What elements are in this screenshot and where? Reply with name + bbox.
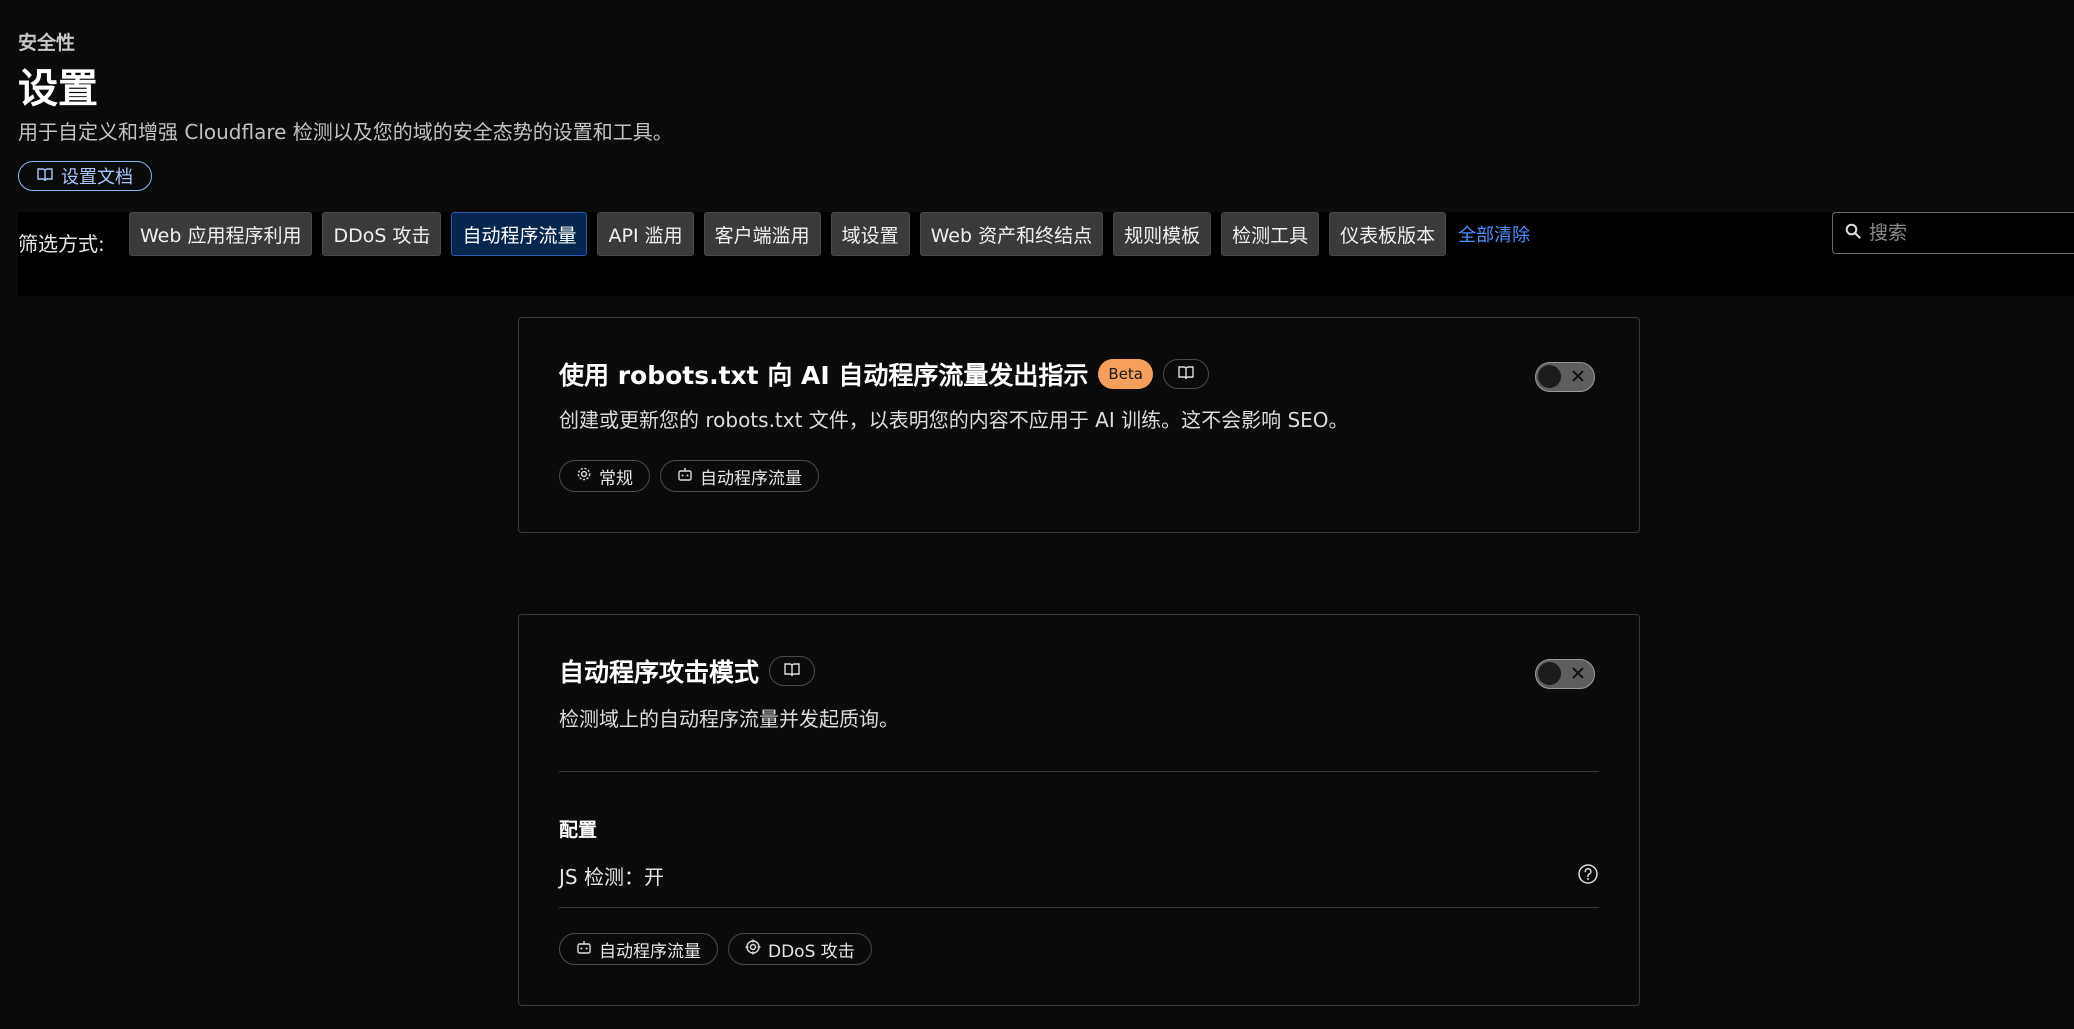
card-description: 检测域上的自动程序流量并发起质询。 [559, 707, 899, 731]
card-description: 创建或更新您的 robots.txt 文件，以表明您的内容不应用于 AI 训练。… [559, 408, 1349, 432]
close-icon [1571, 665, 1585, 684]
divider [559, 771, 1599, 772]
card-title: 使用 robots.txt 向 AI 自动程序流量发出指示 [559, 361, 1089, 390]
docs-link-button[interactable] [769, 656, 816, 686]
card-title-row: 自动程序攻击模式 [559, 653, 816, 689]
robot-icon [576, 939, 592, 960]
card-title: 自动程序攻击模式 [559, 658, 760, 687]
js-detection-status: JS 检测：开 [559, 865, 664, 889]
robots-txt-card: 使用 robots.txt 向 AI 自动程序流量发出指示 Beta 创建或更新… [518, 317, 1640, 533]
filter-chip-client-abuse[interactable]: 客户端滥用 [703, 212, 821, 256]
tag-ddos[interactable]: DDoS 攻击 [728, 933, 872, 965]
breadcrumb[interactable]: 安全性 [18, 28, 75, 55]
filter-chip-web-app-exploits[interactable]: Web 应用程序利用 [129, 212, 313, 256]
card-tags: 常规 自动程序流量 [559, 460, 819, 492]
filter-chip-dashboard-version[interactable]: 仪表板版本 [1329, 212, 1447, 256]
book-icon [1178, 365, 1194, 384]
filter-chips: Web 应用程序利用 DDoS 攻击 自动程序流量 API 滥用 客户端滥用 域… [129, 212, 1530, 256]
bot-fight-mode-card: 自动程序攻击模式 检测域上的自动程序流量并发起质询。 配置 JS 检测：开 自动… [518, 614, 1640, 1006]
robots-txt-toggle[interactable] [1535, 362, 1595, 392]
help-icon[interactable] [1577, 863, 1599, 889]
filter-bar: 筛选方式: Web 应用程序利用 DDoS 攻击 自动程序流量 API 滥用 客… [18, 212, 2074, 296]
card-tags: 自动程序流量 DDoS 攻击 [559, 933, 872, 965]
tag-label: DDoS 攻击 [768, 941, 855, 962]
filter-chip-rule-templates[interactable]: 规则模板 [1113, 212, 1212, 256]
clear-all-link[interactable]: 全部清除 [1458, 221, 1530, 247]
filter-chip-api-abuse[interactable]: API 滥用 [597, 212, 694, 256]
settings-docs-button[interactable]: 设置文档 [18, 161, 152, 191]
card-title-row: 使用 robots.txt 向 AI 自动程序流量发出指示 Beta [559, 356, 1209, 392]
divider [559, 907, 1599, 908]
close-icon [1571, 368, 1585, 387]
config-title: 配置 [559, 819, 598, 841]
robot-icon [677, 466, 693, 487]
target-icon [745, 939, 761, 960]
tag-label: 自动程序流量 [599, 941, 701, 962]
config-row: JS 检测：开 [559, 861, 1599, 890]
filter-chip-domain-settings[interactable]: 域设置 [830, 212, 910, 256]
book-icon [37, 166, 53, 187]
tag-label: 常规 [599, 468, 633, 489]
search-box[interactable] [1832, 212, 2074, 254]
page-title: 设置 [18, 66, 98, 112]
bot-fight-mode-toggle[interactable] [1535, 659, 1595, 689]
toggle-knob [1538, 365, 1561, 388]
toggle-knob [1538, 662, 1561, 685]
tag-bot-traffic[interactable]: 自动程序流量 [559, 933, 718, 965]
tag-general[interactable]: 常规 [559, 460, 650, 492]
search-icon [1845, 223, 1861, 243]
beta-badge: Beta [1098, 359, 1153, 389]
tag-label: 自动程序流量 [700, 468, 802, 489]
docs-button-label: 设置文档 [61, 167, 133, 188]
search-input[interactable] [1867, 221, 2061, 245]
book-icon [784, 662, 800, 681]
page-description: 用于自定义和增强 Cloudflare 检测以及您的域的安全态势的设置和工具。 [18, 120, 673, 144]
docs-link-button[interactable] [1163, 359, 1209, 389]
filter-chip-bot-traffic[interactable]: 自动程序流量 [451, 212, 588, 256]
filter-chip-web-assets[interactable]: Web 资产和终结点 [919, 212, 1104, 256]
gear-icon [576, 466, 592, 487]
tag-bot-traffic[interactable]: 自动程序流量 [660, 460, 819, 492]
filter-label: 筛选方式: [18, 232, 105, 256]
filter-chip-ddos[interactable]: DDoS 攻击 [322, 212, 442, 256]
filter-chip-detection-tools[interactable]: 检测工具 [1221, 212, 1320, 256]
